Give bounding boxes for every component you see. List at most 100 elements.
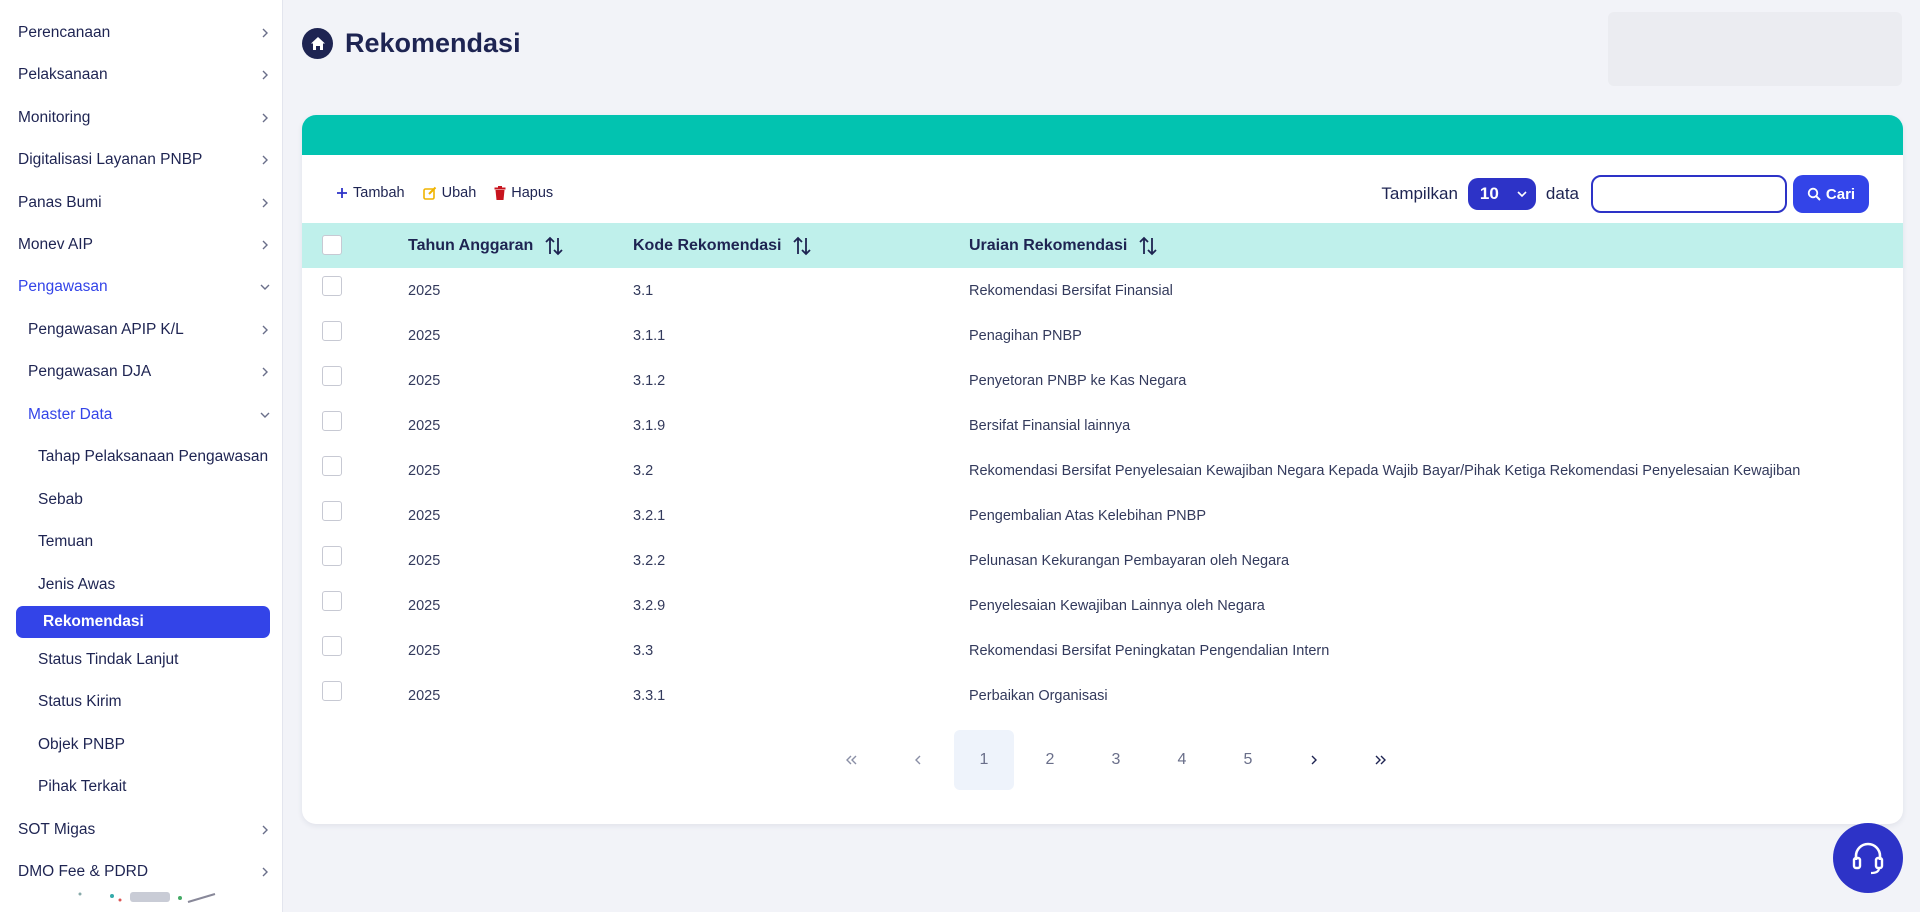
sidebar-item-jenis-awas[interactable]: Jenis Awas [0, 569, 283, 601]
cell-tahun: 2025 [408, 597, 441, 614]
sidebar-item-label: Pengawasan [18, 278, 108, 295]
column-header-tahun[interactable]: Tahun Anggaran [408, 235, 565, 257]
chevron-right-icon [262, 155, 268, 165]
content-card: Tambah Ubah Hapus Tampilkan 10 data Cari… [302, 115, 1903, 824]
sidebar-item-pengawasan[interactable]: Pengawasan [0, 271, 283, 303]
sidebar-item-dmo-fee[interactable]: DMO Fee & PDRD [0, 856, 283, 888]
row-checkbox[interactable] [322, 501, 342, 521]
sidebar-item-temuan[interactable]: Temuan [0, 526, 283, 558]
page-button-3[interactable]: 3 [1086, 730, 1146, 790]
cell-kode: 3.1.1 [633, 327, 666, 344]
chevron-right-icon [262, 28, 268, 38]
edit-button[interactable]: Ubah [422, 185, 476, 201]
row-checkbox[interactable] [322, 411, 342, 431]
column-header-label: Kode Rekomendasi [633, 236, 782, 254]
user-profile-box[interactable] [1608, 12, 1902, 86]
table-row[interactable]: 2025 3.1.9 Bersifat Finansial lainnya [302, 403, 1903, 448]
sidebar-item-digitalisasi[interactable]: Digitalisasi Layanan PNBP [0, 144, 283, 176]
cell-uraian: Pelunasan Kekurangan Pembayaran oleh Neg… [969, 552, 1290, 569]
table-row[interactable]: 2025 3.2.1 Pengembalian Atas Kelebihan P… [302, 493, 1903, 538]
home-icon[interactable] [302, 28, 333, 59]
page-size-value: 10 [1479, 184, 1499, 203]
sidebar-item-tahap-pelaksanaan[interactable]: Tahap Pelaksanaan Pengawasan [0, 441, 283, 473]
add-button[interactable]: Tambah [336, 185, 405, 201]
column-header-uraian[interactable]: Uraian Rekomendasi [969, 235, 1159, 257]
table-row[interactable]: 2025 3.3 Rekomendasi Bersifat Peningkata… [302, 628, 1903, 673]
cell-tahun: 2025 [408, 417, 441, 434]
row-checkbox[interactable] [322, 276, 342, 296]
sidebar-item-label: Tahap Pelaksanaan Pengawasan [38, 448, 269, 465]
cell-kode: 3.1.9 [633, 417, 666, 434]
help-support-button[interactable] [1833, 823, 1903, 893]
sidebar-item-label: Pengawasan APIP K/L [28, 321, 184, 338]
sidebar-item-perencanaan[interactable]: Perencanaan [0, 17, 283, 49]
table-row[interactable]: 2025 3.1 Rekomendasi Bersifat Finansial [302, 268, 1903, 313]
row-checkbox[interactable] [322, 636, 342, 656]
table-row[interactable]: 2025 3.3.1 Perbaikan Organisasi [302, 673, 1903, 718]
select-all-checkbox[interactable] [322, 235, 342, 255]
table-row[interactable]: 2025 3.1.2 Penyetoran PNBP ke Kas Negara [302, 358, 1903, 403]
sidebar-item-panas-bumi[interactable]: Panas Bumi [0, 187, 283, 219]
row-checkbox[interactable] [322, 321, 342, 341]
sidebar-item-label: Status Kirim [38, 693, 122, 710]
table-row[interactable]: 2025 3.2 Rekomendasi Bersifat Penyelesai… [302, 448, 1903, 493]
row-checkbox[interactable] [322, 366, 342, 386]
row-checkbox[interactable] [322, 456, 342, 476]
search-input[interactable] [1591, 175, 1787, 213]
delete-button[interactable]: Hapus [494, 185, 553, 201]
page-button-5[interactable]: 5 [1218, 730, 1278, 790]
page-button-4[interactable]: 4 [1152, 730, 1212, 790]
sidebar-item-label: Status Tindak Lanjut [38, 651, 179, 668]
sidebar-item-monitoring[interactable]: Monitoring [0, 102, 283, 134]
row-checkbox[interactable] [322, 591, 342, 611]
row-checkbox[interactable] [322, 546, 342, 566]
page-button-1[interactable]: 1 [954, 730, 1014, 790]
sidebar-item-monev-aip[interactable]: Monev AIP [0, 229, 283, 261]
sidebar-item-pelaksanaan[interactable]: Pelaksanaan [0, 59, 283, 91]
row-checkbox[interactable] [322, 681, 342, 701]
page-button-2[interactable]: 2 [1020, 730, 1080, 790]
search-button-label: Cari [1825, 185, 1856, 203]
sidebar-item-label: Sebab [38, 491, 83, 508]
sidebar-item-sebab[interactable]: Sebab [0, 484, 283, 516]
column-header-label: Uraian Rekomendasi [969, 236, 1128, 254]
headset-icon [1852, 842, 1884, 875]
next-page-button[interactable] [1284, 730, 1344, 790]
chevron-right-icon [262, 367, 268, 377]
cell-kode: 3.1.2 [633, 372, 666, 389]
trash-icon [494, 186, 506, 200]
chevron-right-icon [262, 198, 268, 208]
sidebar-item-master-data[interactable]: Master Data [0, 399, 283, 431]
last-page-button[interactable] [1350, 730, 1410, 790]
double-chevron-right-icon [1375, 755, 1386, 765]
chevron-right-icon [262, 825, 268, 835]
first-page-button[interactable] [822, 730, 882, 790]
cell-kode: 3.2.2 [633, 552, 666, 569]
chevron-right-icon [262, 113, 268, 123]
sidebar-item-status-kirim[interactable]: Status Kirim [0, 686, 283, 718]
page-size-select[interactable]: 10 [1467, 178, 1536, 210]
chevron-right-icon [262, 325, 268, 335]
sidebar-item-rekomendasi[interactable]: Rekomendasi [16, 606, 270, 638]
table-row[interactable]: 2025 3.2.9 Penyelesaian Kewajiban Lainny… [302, 583, 1903, 628]
cell-tahun: 2025 [408, 687, 441, 704]
sidebar-item-pihak-terkait[interactable]: Pihak Terkait [0, 771, 283, 803]
sidebar-item-objek-pnbp[interactable]: Objek PNBP [0, 729, 283, 761]
prev-page-button[interactable] [888, 730, 948, 790]
table-row[interactable]: 2025 3.1.1 Penagihan PNBP [302, 313, 1903, 358]
table-row[interactable]: 2025 3.2.2 Pelunasan Kekurangan Pembayar… [302, 538, 1903, 583]
sidebar-item-status-tindak-lanjut[interactable]: Status Tindak Lanjut [0, 644, 283, 676]
sidebar-item-label: Jenis Awas [38, 576, 116, 593]
sidebar-item-pengawasan-apip[interactable]: Pengawasan APIP K/L [0, 314, 283, 346]
sidebar-item-label: Rekomendasi [43, 613, 144, 630]
plus-icon [337, 188, 347, 198]
sidebar-item-pengawasan-dja[interactable]: Pengawasan DJA [0, 356, 283, 388]
search-button[interactable]: Cari [1793, 175, 1869, 213]
cell-kode: 3.1 [633, 282, 654, 299]
sidebar-item-sot-migas[interactable]: SOT Migas [0, 814, 283, 846]
sidebar-item-label: Perencanaan [18, 24, 111, 41]
data-table: Tahun Anggaran Kode Rekomendasi Uraian R… [302, 223, 1903, 718]
column-header-kode[interactable]: Kode Rekomendasi [633, 235, 813, 257]
delete-label: Hapus [511, 185, 554, 201]
chevron-right-icon [1311, 755, 1317, 765]
